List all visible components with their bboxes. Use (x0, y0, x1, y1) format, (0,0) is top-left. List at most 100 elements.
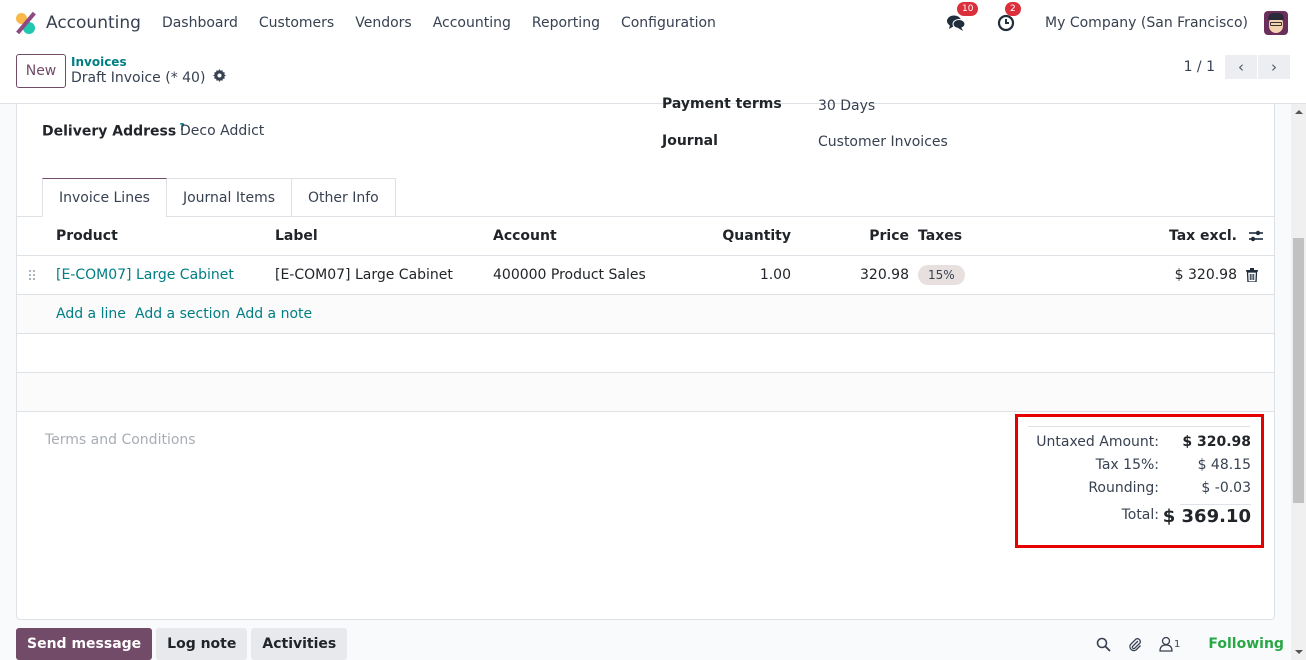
row-quantity[interactable]: 1.00 (760, 256, 791, 295)
row-label[interactable]: [E-COM07] Large Cabinet (275, 256, 453, 295)
tab-invoice-lines[interactable]: Invoice Lines (42, 178, 167, 217)
activities-badge: 2 (1005, 2, 1021, 16)
following-button[interactable]: Following (1208, 636, 1284, 652)
totals-highlight-box: Untaxed Amount: $ 320.98 Tax 15%: $ 48.1… (1015, 414, 1264, 548)
followers-count: 1 (1174, 638, 1181, 650)
menu-configuration[interactable]: Configuration (621, 15, 716, 31)
terms-and-conditions-field[interactable]: Terms and Conditions (45, 432, 196, 448)
optional-columns-toggle-icon[interactable] (1248, 229, 1264, 245)
pager: 1 / 1 ‹ › (1184, 55, 1290, 79)
user-icon (1159, 636, 1173, 652)
journal-field[interactable]: Customer Invoices (818, 134, 948, 150)
chevron-right-icon: › (1271, 58, 1277, 76)
invoice-lines-table: Product Label Account Quantity Price Tax… (17, 217, 1274, 412)
tax-value: $ 48.15 (1197, 457, 1251, 473)
pager-next-button[interactable]: › (1258, 55, 1290, 79)
payment-terms-label: Payment terms (662, 96, 782, 112)
rounding-value: $ -0.03 (1201, 480, 1251, 496)
menu-accounting[interactable]: Accounting (433, 15, 511, 31)
form-sheet: Payment terms 30 Days Delivery Address? … (16, 96, 1275, 620)
untaxed-amount-label: Untaxed Amount: (1036, 434, 1159, 450)
trash-icon[interactable] (1246, 268, 1258, 284)
row-product[interactable]: [E-COM07] Large Cabinet (56, 256, 234, 295)
chatter-actions: 1 Following (1096, 632, 1284, 656)
column-product[interactable]: Product (56, 217, 118, 256)
column-price[interactable]: Price (869, 217, 909, 256)
menu-customers[interactable]: Customers (259, 15, 334, 31)
column-label[interactable]: Label (275, 217, 318, 256)
journal-label: Journal (662, 133, 718, 149)
log-note-button[interactable]: Log note (156, 628, 248, 660)
top-navbar: Accounting Dashboard Customers Vendors A… (0, 0, 1306, 46)
total-row: Total: $ 369.10 (1018, 506, 1251, 528)
tab-other-info[interactable]: Other Info (291, 178, 396, 216)
chevron-left-icon: ‹ (1238, 58, 1244, 76)
rounding-label: Rounding: (1088, 480, 1159, 496)
row-tax-excl: $ 320.98 (1174, 267, 1237, 283)
breadcrumb: Invoices Draft Invoice (* 40) (71, 55, 227, 87)
tax-tag: 15% (918, 265, 965, 285)
column-quantity[interactable]: Quantity (722, 217, 791, 256)
activities-button[interactable]: 2 (995, 2, 1021, 34)
payment-terms-field[interactable]: 30 Days (818, 98, 875, 114)
delivery-address-label: Delivery Address? (42, 122, 185, 140)
column-taxes[interactable]: Taxes (918, 217, 962, 256)
row-account[interactable]: 400000 Product Sales (493, 256, 646, 295)
add-line-link[interactable]: Add a line (56, 295, 126, 334)
chat-bubbles-icon (947, 15, 966, 31)
send-message-button[interactable]: Send message (16, 628, 153, 660)
rounding-row: Rounding: $ -0.03 (1018, 480, 1251, 502)
paperclip-icon[interactable] (1127, 636, 1143, 652)
page-scrollbar[interactable] (1291, 104, 1306, 660)
tax-label: Tax 15%: (1095, 457, 1159, 473)
activities-button[interactable]: Activities (251, 628, 348, 660)
empty-row (17, 334, 1274, 373)
scroll-thumb[interactable] (1293, 238, 1304, 503)
column-tax-excl[interactable]: Tax excl. (1169, 217, 1237, 256)
tab-journal-items[interactable]: Journal Items (165, 178, 293, 216)
totals-divider (1028, 426, 1250, 427)
breadcrumb-current: Draft Invoice (* 40) (71, 70, 206, 86)
row-taxes[interactable]: 15% (918, 256, 965, 295)
menu-dashboard[interactable]: Dashboard (162, 15, 238, 31)
empty-row (17, 373, 1274, 412)
messages-button[interactable]: 10 (945, 2, 979, 34)
gear-icon[interactable] (213, 69, 227, 87)
messages-badge: 10 (957, 2, 979, 16)
clock-icon (997, 14, 1015, 32)
chatter-toolbar: Send message Log note Activities (16, 628, 351, 660)
total-label: Total: (1121, 507, 1159, 523)
delivery-address-label-text: Delivery Address (42, 123, 177, 140)
company-switcher[interactable]: My Company (San Francisco) (1045, 15, 1248, 31)
control-panel: New Invoices Draft Invoice (* 40) 1 / 1 … (0, 46, 1306, 104)
new-button[interactable]: New (16, 54, 66, 88)
notebook-tabs: Invoice Lines Journal Items Other Info (42, 178, 396, 217)
scroll-up-arrow-icon[interactable] (1295, 110, 1303, 114)
breadcrumb-invoices[interactable]: Invoices (71, 55, 226, 69)
search-icon[interactable] (1096, 637, 1111, 652)
table-header: Product Label Account Quantity Price Tax… (17, 217, 1274, 256)
menu-reporting[interactable]: Reporting (532, 15, 600, 31)
column-account[interactable]: Account (493, 217, 557, 256)
untaxed-amount-row: Untaxed Amount: $ 320.98 (1018, 434, 1251, 456)
table-row[interactable]: [E-COM07] Large Cabinet [E-COM07] Large … (17, 256, 1274, 295)
app-name[interactable]: Accounting (46, 13, 141, 33)
total-divider (1180, 504, 1251, 505)
scroll-down-arrow-icon[interactable] (1295, 650, 1303, 654)
tax-row: Tax 15%: $ 48.15 (1018, 457, 1251, 479)
user-avatar[interactable] (1264, 11, 1288, 35)
add-section-link[interactable]: Add a section (135, 295, 230, 334)
odoo-accounting-logo-icon (14, 11, 38, 35)
brand[interactable]: Accounting (0, 11, 162, 35)
pager-value[interactable]: 1 / 1 (1184, 59, 1215, 75)
untaxed-amount-value: $ 320.98 (1182, 434, 1251, 450)
pager-previous-button[interactable]: ‹ (1225, 55, 1257, 79)
add-actions-row: Add a line Add a section Add a note (17, 295, 1274, 334)
total-value: $ 369.10 (1162, 506, 1251, 527)
delivery-address-field[interactable]: Deco Addict (180, 123, 264, 139)
row-price[interactable]: 320.98 (860, 256, 909, 295)
drag-handle-icon[interactable] (29, 270, 37, 282)
followers-button[interactable]: 1 (1159, 636, 1180, 652)
menu-vendors[interactable]: Vendors (355, 15, 411, 31)
add-note-link[interactable]: Add a note (236, 295, 312, 334)
